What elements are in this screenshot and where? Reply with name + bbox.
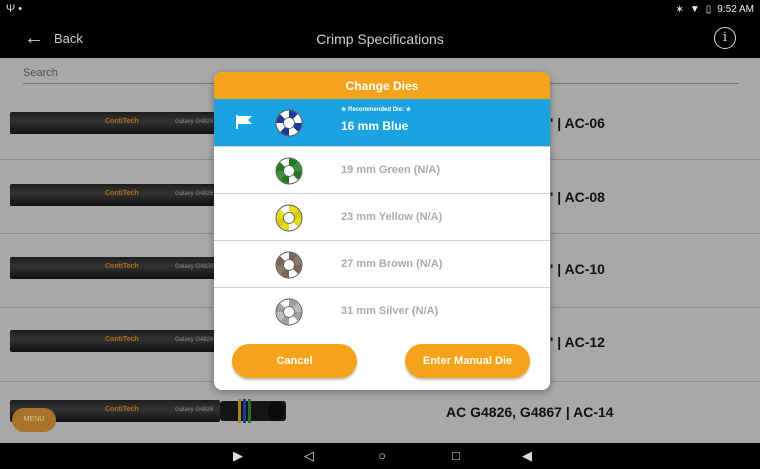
hose-fitting-icon xyxy=(220,399,286,423)
hose-image: ContiTech Galaxy G4826 xyxy=(10,184,220,206)
app-bar: ← Back Crimp Specifications i xyxy=(0,20,760,58)
navigation-bar: ▶ ◁ ○ □ ◀ xyxy=(0,443,760,469)
screen: Ψ • ∗ ▼ ▯ 9:52 AM ← Back Crimp Specifica… xyxy=(0,0,760,469)
hose-model: Galaxy G4826 xyxy=(175,264,214,270)
hose-image: ContiTech Galaxy G4826 xyxy=(10,257,220,279)
hose-model: Galaxy G4826 xyxy=(175,191,214,197)
bluetooth-icon: ∗ xyxy=(675,4,684,15)
status-bar: Ψ • ∗ ▼ ▯ 9:52 AM xyxy=(0,0,760,20)
page-title: Crimp Specifications xyxy=(316,31,444,47)
hose-brand: ContiTech xyxy=(105,336,139,343)
die-label: 31 mm Silver (N/A) xyxy=(341,305,439,317)
die-label: 27 mm Brown (N/A) xyxy=(341,258,443,270)
die-label: 19 mm Green (N/A) xyxy=(341,164,441,176)
rotate-icon[interactable]: ▶ xyxy=(229,448,247,464)
wifi-icon: ▼ xyxy=(689,4,700,15)
die-label: 16 mm Blue xyxy=(341,119,409,133)
die-option-19mm-green[interactable]: 19 mm Green (N/A) xyxy=(214,147,550,194)
die-icon-silver xyxy=(275,298,303,326)
hose-image: ContiTech Galaxy G4826 xyxy=(10,330,220,352)
volume-icon[interactable]: ◀ xyxy=(518,448,536,464)
die-icon-green xyxy=(275,157,303,185)
cancel-button[interactable]: Cancel xyxy=(232,344,357,378)
die-label: 23 mm Yellow (N/A) xyxy=(341,211,443,223)
die-option-16mm-blue[interactable]: ★ Recommended Die: ★ 16 mm Blue xyxy=(214,99,550,147)
hose-label: ' | AC-12 xyxy=(550,334,605,350)
hose-brand: ContiTech xyxy=(105,263,139,270)
hose-brand: ContiTech xyxy=(105,406,139,413)
hose-model: Galaxy G4826 xyxy=(175,407,214,413)
battery-icon: ▯ xyxy=(705,4,712,15)
status-time: 9:52 AM xyxy=(717,4,754,15)
die-option-27mm-brown[interactable]: 27 mm Brown (N/A) xyxy=(214,241,550,288)
home-icon[interactable]: ○ xyxy=(373,448,391,464)
hose-label: ' | AC-10 xyxy=(550,261,605,277)
die-icon-yellow xyxy=(275,204,303,232)
back-nav-icon[interactable]: ◁ xyxy=(300,448,318,464)
change-dies-dialog: Change Dies ★ Recommended Die: ★ 16 mm B… xyxy=(214,72,550,390)
hose-model: Galaxy G4826 xyxy=(175,337,214,343)
flag-icon xyxy=(236,115,252,129)
recents-icon[interactable]: □ xyxy=(447,448,465,464)
die-option-31mm-silver[interactable]: 31 mm Silver (N/A) xyxy=(214,288,550,335)
die-icon-brown xyxy=(275,251,303,279)
status-icons: Ψ • xyxy=(6,3,23,15)
hose-label: ' | AC-06 xyxy=(550,115,605,131)
hose-image: ContiTech Galaxy G4826 xyxy=(10,112,220,134)
dialog-title: Change Dies xyxy=(214,72,550,99)
hose-brand: ContiTech xyxy=(105,118,139,125)
menu-button[interactable]: MENU xyxy=(12,408,56,432)
info-icon[interactable]: i xyxy=(714,27,736,49)
hose-model: Galaxy G4826 xyxy=(175,119,214,125)
enter-manual-die-button[interactable]: Enter Manual Die xyxy=(405,344,530,378)
hose-brand: ContiTech xyxy=(105,190,139,197)
die-icon-blue xyxy=(275,109,303,137)
die-segments xyxy=(275,109,303,137)
status-right: ∗ ▼ ▯ 9:52 AM xyxy=(675,4,754,15)
hose-label: AC G4826, G4867 | AC-14 xyxy=(446,404,614,420)
recommended-label: ★ Recommended Die: ★ xyxy=(341,107,412,113)
hose-label: ' | AC-08 xyxy=(550,189,605,205)
die-option-23mm-yellow[interactable]: 23 mm Yellow (N/A) xyxy=(214,194,550,241)
